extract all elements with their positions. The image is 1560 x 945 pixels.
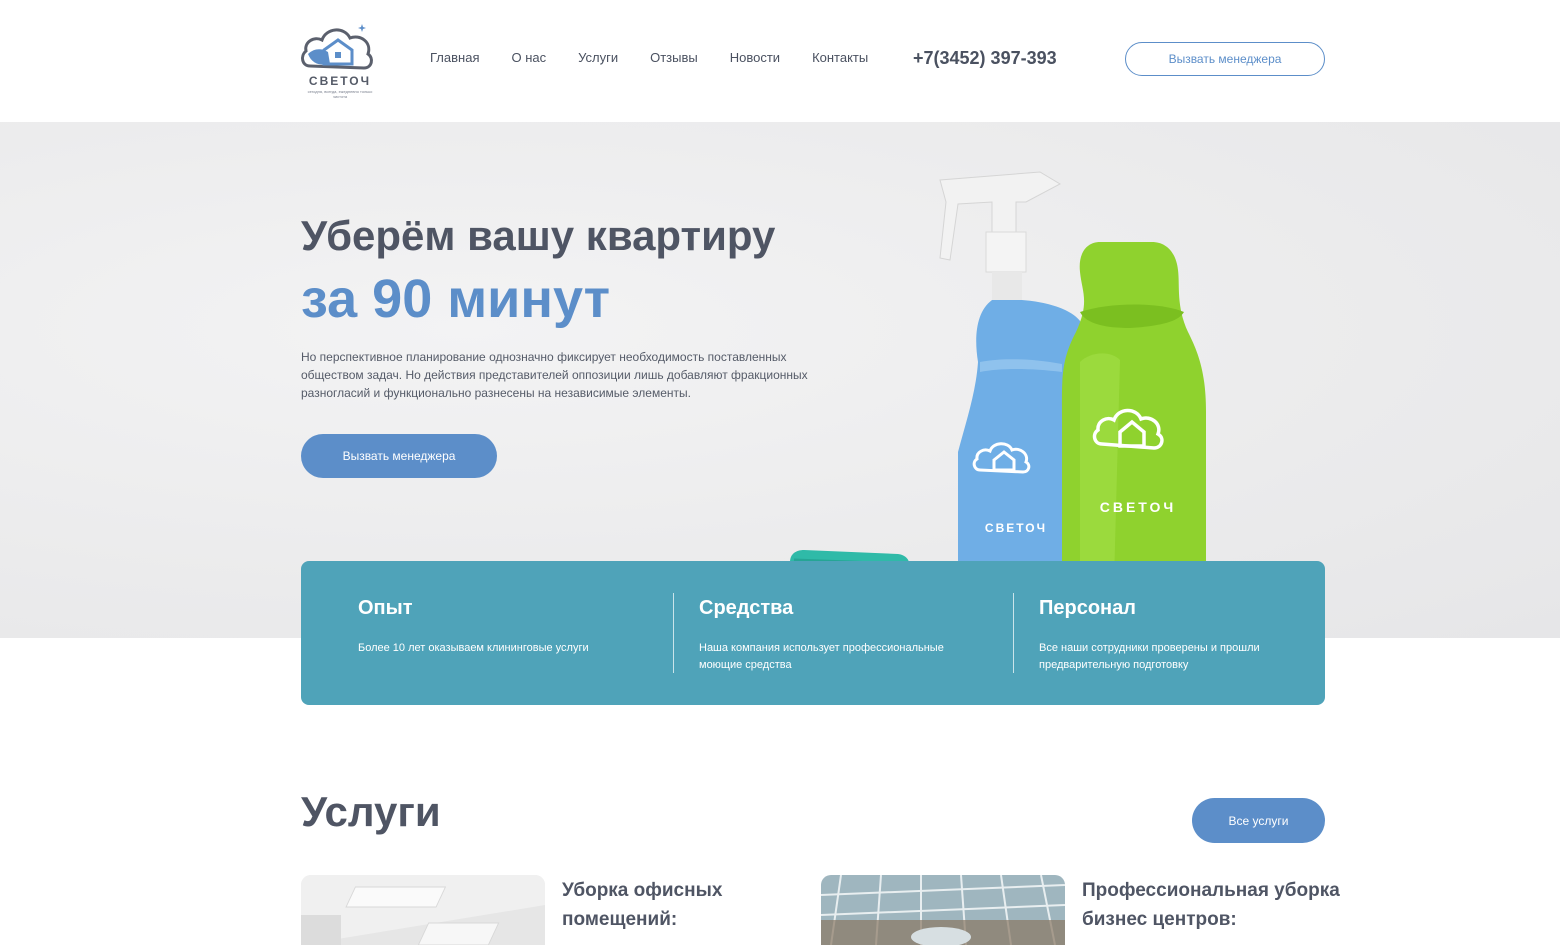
nav-item-contacts[interactable]: Контакты [812,50,868,70]
nav-item-reviews[interactable]: Отзывы [650,50,698,70]
call-manager-button[interactable]: Вызвать менеджера [1125,42,1325,76]
hero-title: Уберём вашу квартиру [301,212,776,259]
services-heading: Услуги [301,788,441,835]
feature-text: Все наши сотрудники проверены и прошли п… [1039,642,1260,671]
service-card-title-office[interactable]: Уборка офисных помещений: [562,876,822,934]
feature-divider [673,593,674,673]
site-header: СВЕТОЧ сегодня, всегда, ежедневно только… [0,0,1560,122]
nav-item-home[interactable]: Главная [430,50,479,70]
feature-title: Средства [699,597,794,619]
hero-description: Но перспективное планирование однозначно… [301,350,808,400]
all-services-button[interactable]: Все услуги [1192,798,1325,843]
logo-cloud-icon [301,24,373,70]
nav-item-about[interactable]: О нас [511,50,546,70]
service-card-image-office[interactable] [301,875,545,945]
service-card-image-business-center[interactable] [821,875,1065,945]
bottle-label-green: СВЕТОЧ [1100,499,1177,515]
main-nav: Главная О нас Услуги Отзывы Новости Конт… [430,50,900,70]
bottle-label-blue: СВЕТОЧ [985,521,1047,535]
logo[interactable]: СВЕТОЧ сегодня, всегда, ежедневно только… [300,18,380,102]
hero-title-highlight: за 90 минут [301,269,611,329]
service-card-title-business-center[interactable]: Профессиональная уборка бизнес центров: [1082,876,1342,934]
logo-tagline: сегодня, всегда, ежедневно только чистот… [307,89,373,99]
phone-number[interactable]: +7(3452) 397-393 [913,48,1057,69]
feature-text: Наша компания использует профессиональны… [699,642,944,671]
feature-title: Персонал [1039,597,1136,619]
nav-item-services[interactable]: Услуги [578,50,618,70]
features-panel: Опыт Более 10 лет оказываем клининговые … [301,561,1325,705]
hero-call-manager-button[interactable]: Вызвать менеджера [301,434,497,478]
logo-wordmark: СВЕТОЧ [308,74,372,88]
feature-title: Опыт [358,597,413,619]
feature-divider [1013,593,1014,673]
nav-item-news[interactable]: Новости [730,50,780,70]
feature-text: Более 10 лет оказываем клининговые услуг… [358,642,589,654]
